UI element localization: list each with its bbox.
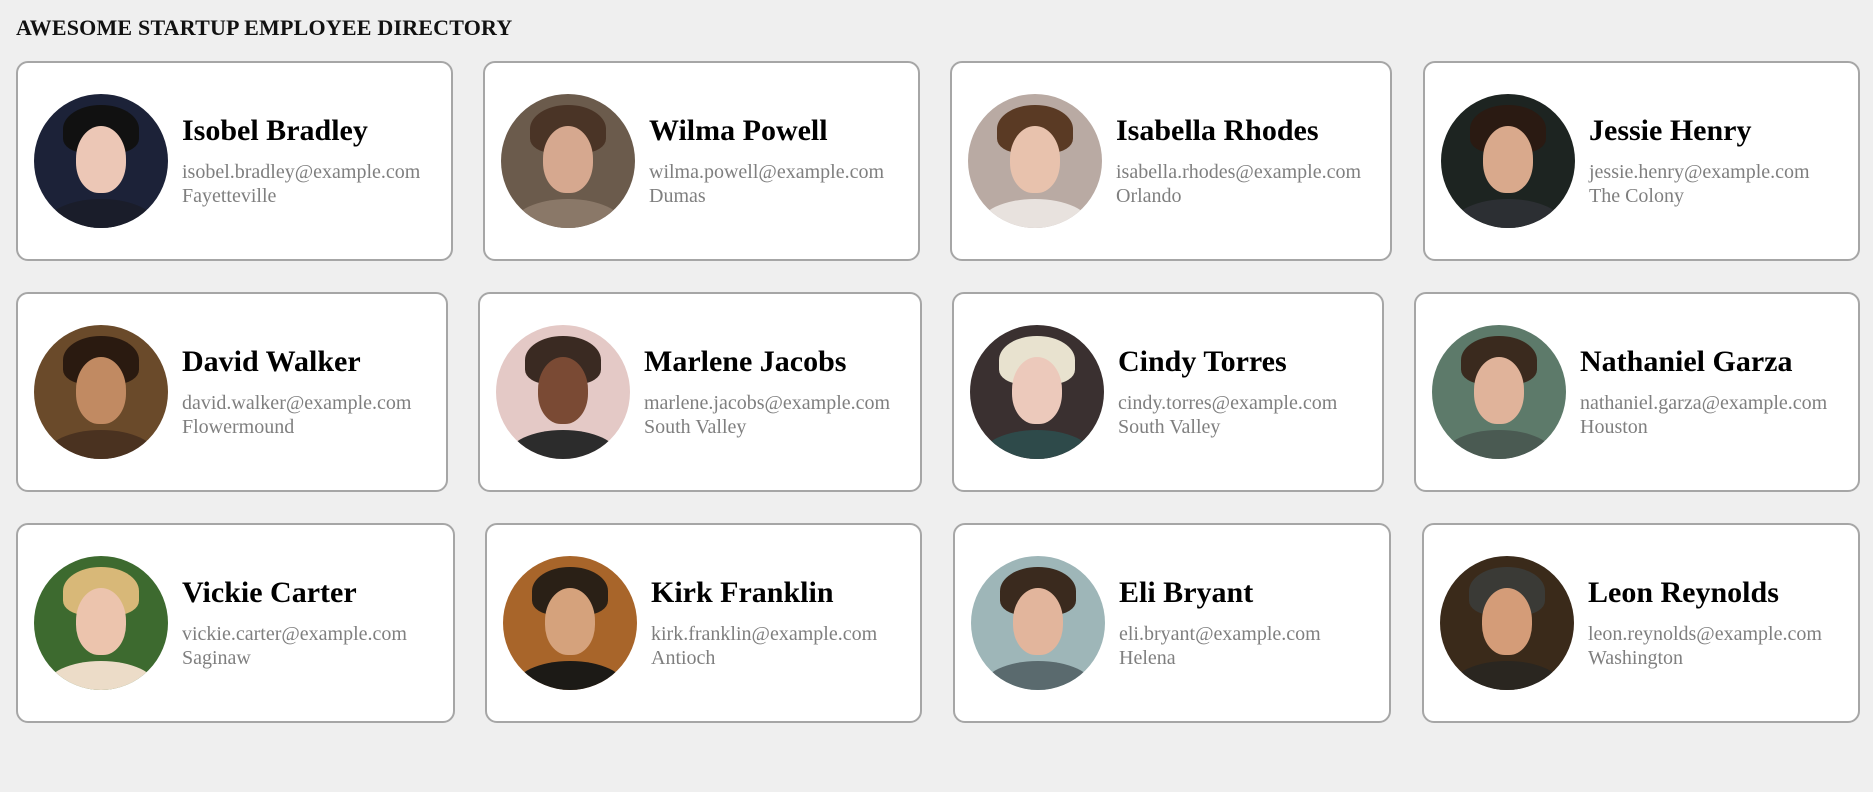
employee-name: Isabella Rhodes xyxy=(1116,114,1319,147)
employee-city: Flowermound xyxy=(182,416,295,438)
employee-card[interactable]: David Walker david.walker@example.com Fl… xyxy=(16,292,448,492)
employee-card[interactable]: Wilma Powell wilma.powell@example.com Du… xyxy=(483,61,920,261)
employee-email: vickie.carter@example.com xyxy=(182,623,407,645)
avatar xyxy=(1441,94,1575,228)
employee-card[interactable]: Vickie Carter vickie.carter@example.com … xyxy=(16,523,455,723)
employee-city: Helena xyxy=(1119,647,1176,669)
employee-name: Wilma Powell xyxy=(649,114,828,147)
avatar xyxy=(34,94,168,228)
employee-name: Leon Reynolds xyxy=(1588,576,1779,609)
employee-email: isabella.rhodes@example.com xyxy=(1116,161,1361,183)
avatar xyxy=(501,94,635,228)
avatar xyxy=(971,556,1105,690)
employee-email: kirk.franklin@example.com xyxy=(651,623,878,645)
employee-city: Orlando xyxy=(1116,185,1182,207)
avatar xyxy=(34,325,168,459)
employee-name: David Walker xyxy=(182,345,361,378)
employee-name: Cindy Torres xyxy=(1118,345,1287,378)
employee-card[interactable]: Jessie Henry jessie.henry@example.com Th… xyxy=(1423,61,1860,261)
employee-email: wilma.powell@example.com xyxy=(649,161,885,183)
avatar xyxy=(503,556,637,690)
employee-email: nathaniel.garza@example.com xyxy=(1580,392,1828,414)
employee-name: Marlene Jacobs xyxy=(644,345,847,378)
employee-name: Vickie Carter xyxy=(182,576,357,609)
employee-name: Kirk Franklin xyxy=(651,576,834,609)
employee-card[interactable]: Kirk Franklin kirk.franklin@example.com … xyxy=(485,523,922,723)
employee-card[interactable]: Cindy Torres cindy.torres@example.com So… xyxy=(952,292,1384,492)
employee-email: cindy.torres@example.com xyxy=(1118,392,1338,414)
employee-card[interactable]: Eli Bryant eli.bryant@example.com Helena xyxy=(953,523,1391,723)
employee-card[interactable]: Leon Reynolds leon.reynolds@example.com … xyxy=(1422,523,1860,723)
employee-card[interactable]: Nathaniel Garza nathaniel.garza@example.… xyxy=(1414,292,1860,492)
avatar xyxy=(1440,556,1574,690)
employee-city: Washington xyxy=(1588,647,1684,669)
employee-email: marlene.jacobs@example.com xyxy=(644,392,891,414)
employee-name: Nathaniel Garza xyxy=(1580,345,1793,378)
avatar xyxy=(496,325,630,459)
employee-name: Eli Bryant xyxy=(1119,576,1254,609)
employee-name: Jessie Henry xyxy=(1589,114,1752,147)
employee-email: eli.bryant@example.com xyxy=(1119,623,1321,645)
avatar xyxy=(1432,325,1566,459)
employee-city: Dumas xyxy=(649,185,706,207)
employee-city: Fayetteville xyxy=(182,185,277,207)
avatar xyxy=(34,556,168,690)
avatar xyxy=(968,94,1102,228)
employee-city: Antioch xyxy=(651,647,716,669)
employee-city: Saginaw xyxy=(182,647,251,669)
employee-email: leon.reynolds@example.com xyxy=(1588,623,1822,645)
employee-email: david.walker@example.com xyxy=(182,392,412,414)
employee-card[interactable]: Isobel Bradley isobel.bradley@example.co… xyxy=(16,61,453,261)
employee-city: Houston xyxy=(1580,416,1648,438)
avatar xyxy=(970,325,1104,459)
employee-email: jessie.henry@example.com xyxy=(1589,161,1810,183)
employee-city: The Colony xyxy=(1589,185,1684,207)
employee-city: South Valley xyxy=(644,416,747,438)
employee-city: South Valley xyxy=(1118,416,1221,438)
employee-email: isobel.bradley@example.com xyxy=(182,161,421,183)
employee-name: Isobel Bradley xyxy=(182,114,368,147)
employee-card[interactable]: Marlene Jacobs marlene.jacobs@example.co… xyxy=(478,292,922,492)
page-title: AWESOME STARTUP EMPLOYEE DIRECTORY xyxy=(16,15,513,40)
employee-card[interactable]: Isabella Rhodes isabella.rhodes@example.… xyxy=(950,61,1392,261)
